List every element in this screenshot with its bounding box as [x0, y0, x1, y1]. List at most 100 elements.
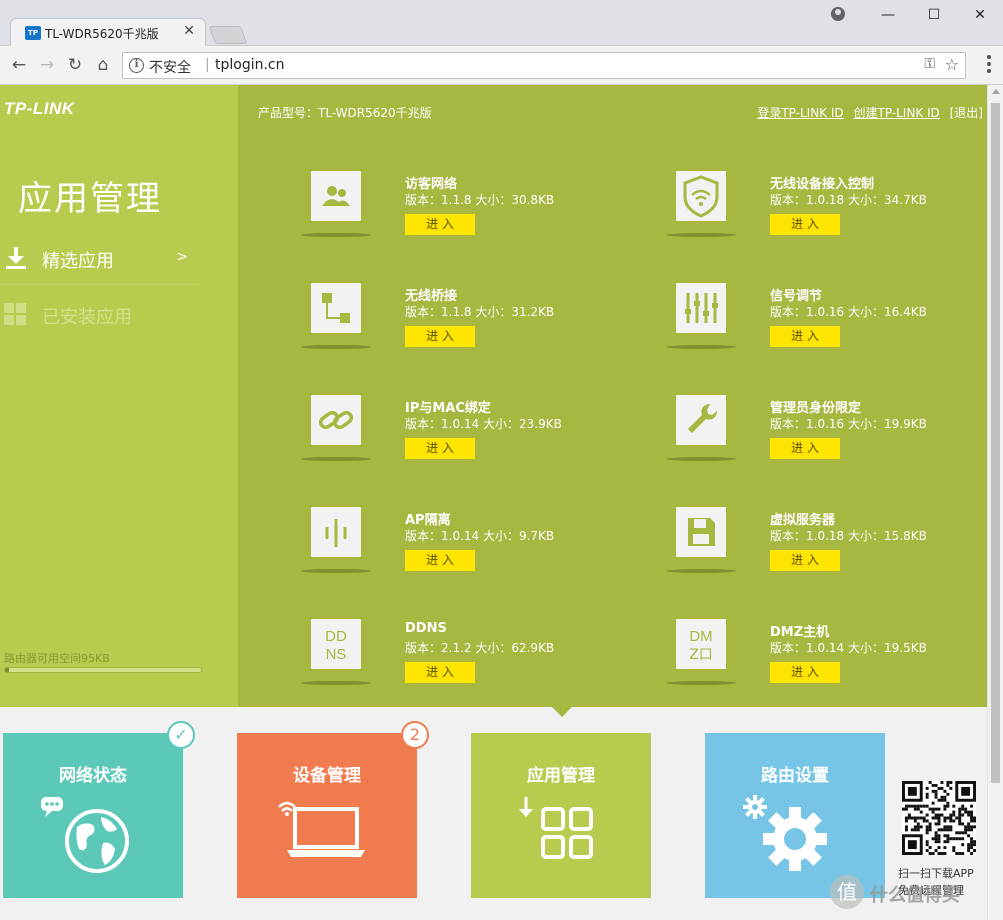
app-card: DD NS DDNS 版本：2.1.2 大小：62.9KB 进 入: [301, 619, 611, 709]
maximize-button[interactable]: ☐: [911, 0, 957, 30]
app-card: 无线设备接入控制 版本：1.0.18 大小：34.7KB 进 入: [666, 171, 976, 261]
app-name: IP与MAC绑定: [405, 401, 491, 416]
globe-icon: [41, 797, 129, 873]
app-meta: 版本：1.0.14 大小：9.7KB: [405, 529, 555, 543]
app-name: AP隔离: [405, 513, 451, 528]
app-meta: 版本：1.0.18 大小：15.8KB: [770, 529, 927, 543]
info-icon[interactable]: i: [129, 58, 144, 73]
new-tab-button[interactable]: [208, 26, 248, 44]
link-icon: [311, 395, 361, 445]
app-card: 无线桥接 版本：1.1.8 大小：31.2KB 进 入: [301, 283, 611, 373]
scrollbar-thumb[interactable]: [991, 103, 1000, 783]
close-window-button[interactable]: ✕: [957, 0, 1003, 30]
device-count-badge: 2: [401, 721, 429, 749]
enter-button[interactable]: 进 入: [770, 550, 840, 571]
enter-button[interactable]: 进 入: [770, 326, 840, 347]
app-meta: 版本：1.1.8 大小：31.2KB: [405, 305, 555, 319]
app-name: 无线设备接入控制: [770, 177, 875, 192]
enter-button[interactable]: 进 入: [405, 662, 475, 683]
app-meta: 版本：1.0.14 大小：23.9KB: [405, 417, 562, 431]
app-meta: 版本：1.1.8 大小：30.8KB: [405, 193, 555, 207]
browser-tab[interactable]: TP TL-WDR5620千兆版 ✕: [10, 18, 206, 47]
dmz-icon: DM Z口: [676, 619, 726, 669]
reload-icon[interactable]: ↻: [64, 54, 86, 76]
product-model: 产品型号：TL-WDR5620千兆版: [258, 106, 432, 120]
tile-title: 设备管理: [293, 766, 361, 786]
enter-button[interactable]: 进 入: [405, 550, 475, 571]
router-admin-page: TP-LINK 应用管理 精选应用 > 已安装应用 路由器可用空间95KB 产品…: [0, 85, 987, 920]
logout-link[interactable]: [退出]: [950, 106, 983, 120]
tile-device-management[interactable]: 设备管理 2: [237, 721, 429, 898]
enter-button[interactable]: 进 入: [770, 438, 840, 459]
enter-button[interactable]: 进 入: [405, 214, 475, 235]
qr-code-image: [902, 781, 976, 855]
apps-grid-icon: [519, 797, 593, 859]
browser-tabbar: TP TL-WDR5620千兆版 ✕ — ☐ ✕: [0, 0, 1003, 47]
sidebar-item-installed-apps[interactable]: 已安装应用: [0, 291, 200, 341]
wireless-bridge-icon: [311, 283, 361, 333]
grid-icon: [4, 303, 26, 325]
back-arrow-icon[interactable]: ←: [8, 54, 30, 76]
sidebar: TP-LINK 应用管理 精选应用 > 已安装应用 路由器可用空间95KB: [0, 85, 238, 707]
window-controls: — ☐ ✕: [865, 0, 1003, 30]
home-icon[interactable]: ⌂: [92, 54, 114, 76]
account-links: 登录TP-LINK ID 创建TP-LINK ID [退出]: [751, 104, 983, 121]
storage-label: 路由器可用空间95KB: [4, 652, 110, 665]
app-name: 虚拟服务器: [770, 513, 836, 528]
guest-network-icon: [311, 171, 361, 221]
wireless-access-control-icon: [676, 171, 726, 221]
app-meta: 版本：2.1.2 大小：62.9KB: [405, 641, 555, 655]
app-meta: 版本：1.0.18 大小：34.7KB: [770, 193, 927, 207]
app-card: IP与MAC绑定 版本：1.0.14 大小：23.9KB 进 入: [301, 395, 611, 485]
tab-close-icon[interactable]: ✕: [183, 23, 195, 39]
check-icon: ✓: [167, 721, 195, 749]
minimize-button[interactable]: —: [865, 0, 911, 30]
sidebar-item-label: 精选应用: [42, 251, 114, 272]
sidebar-item-featured-apps[interactable]: 精选应用 >: [0, 235, 200, 285]
watermark: 值 什么值得买: [830, 875, 987, 915]
app-card: 虚拟服务器 版本：1.0.18 大小：15.8KB 进 入: [666, 507, 976, 597]
app-card: DM Z口 DMZ主机 版本：1.0.14 大小：19.5KB 进 入: [666, 619, 976, 709]
watermark-logo-icon: 值: [830, 875, 864, 909]
tile-network-status[interactable]: 网络状态 ✓: [3, 721, 195, 898]
tile-app-management[interactable]: 应用管理: [471, 733, 651, 898]
url-text[interactable]: tplogin.cn: [215, 57, 285, 73]
scroll-up-arrow-icon[interactable]: [992, 89, 1000, 94]
enter-button[interactable]: 进 入: [770, 662, 840, 683]
profile-icon[interactable]: [831, 7, 845, 21]
tile-router-settings[interactable]: 路由设置: [705, 733, 885, 898]
svg-text:Z口: Z口: [689, 647, 713, 663]
app-name: 信号调节: [770, 289, 823, 304]
key-icon[interactable]: ⚿: [924, 56, 935, 72]
app-card: 访客网络 版本：1.1.8 大小：30.8KB 进 入: [301, 171, 611, 261]
enter-button[interactable]: 进 入: [405, 326, 475, 347]
app-name: 无线桥接: [405, 289, 458, 304]
page-title: 应用管理: [18, 179, 162, 219]
login-tplink-id-link[interactable]: 登录TP-LINK ID: [757, 106, 843, 120]
security-label[interactable]: 不安全: [149, 57, 191, 77]
forward-arrow-icon[interactable]: →: [36, 54, 58, 76]
wrench-icon: [676, 395, 726, 445]
enter-button[interactable]: 进 入: [405, 438, 475, 459]
chevron-right-icon: >: [176, 249, 188, 265]
page-scrollbar[interactable]: [987, 85, 1003, 920]
app-name: 访客网络: [405, 177, 458, 192]
active-tile-pointer: [552, 707, 572, 717]
gear-icon: [743, 795, 827, 871]
tile-title: 应用管理: [527, 766, 595, 786]
ap-isolation-icon: [311, 507, 361, 557]
enter-button[interactable]: 进 入: [770, 214, 840, 235]
app-list-panel: 产品型号：TL-WDR5620千兆版 登录TP-LINK ID 创建TP-LIN…: [238, 85, 987, 707]
ddns-icon: DD NS: [311, 619, 361, 669]
app-meta: 版本：1.0.16 大小：16.4KB: [770, 305, 927, 319]
laptop-icon: [278, 801, 365, 857]
address-bar[interactable]: i 不安全 | tplogin.cn ⚿ ☆: [122, 52, 966, 79]
app-name: DDNS: [405, 621, 447, 636]
browser-menu-icon[interactable]: [987, 55, 991, 73]
app-meta: 版本：1.0.14 大小：19.5KB: [770, 641, 927, 655]
storage-bar: [4, 667, 202, 673]
create-tplink-id-link[interactable]: 创建TP-LINK ID: [853, 106, 939, 120]
bookmark-star-icon[interactable]: ☆: [945, 55, 959, 74]
tile-title: 路由设置: [761, 766, 829, 786]
app-name: DMZ主机: [770, 625, 830, 640]
